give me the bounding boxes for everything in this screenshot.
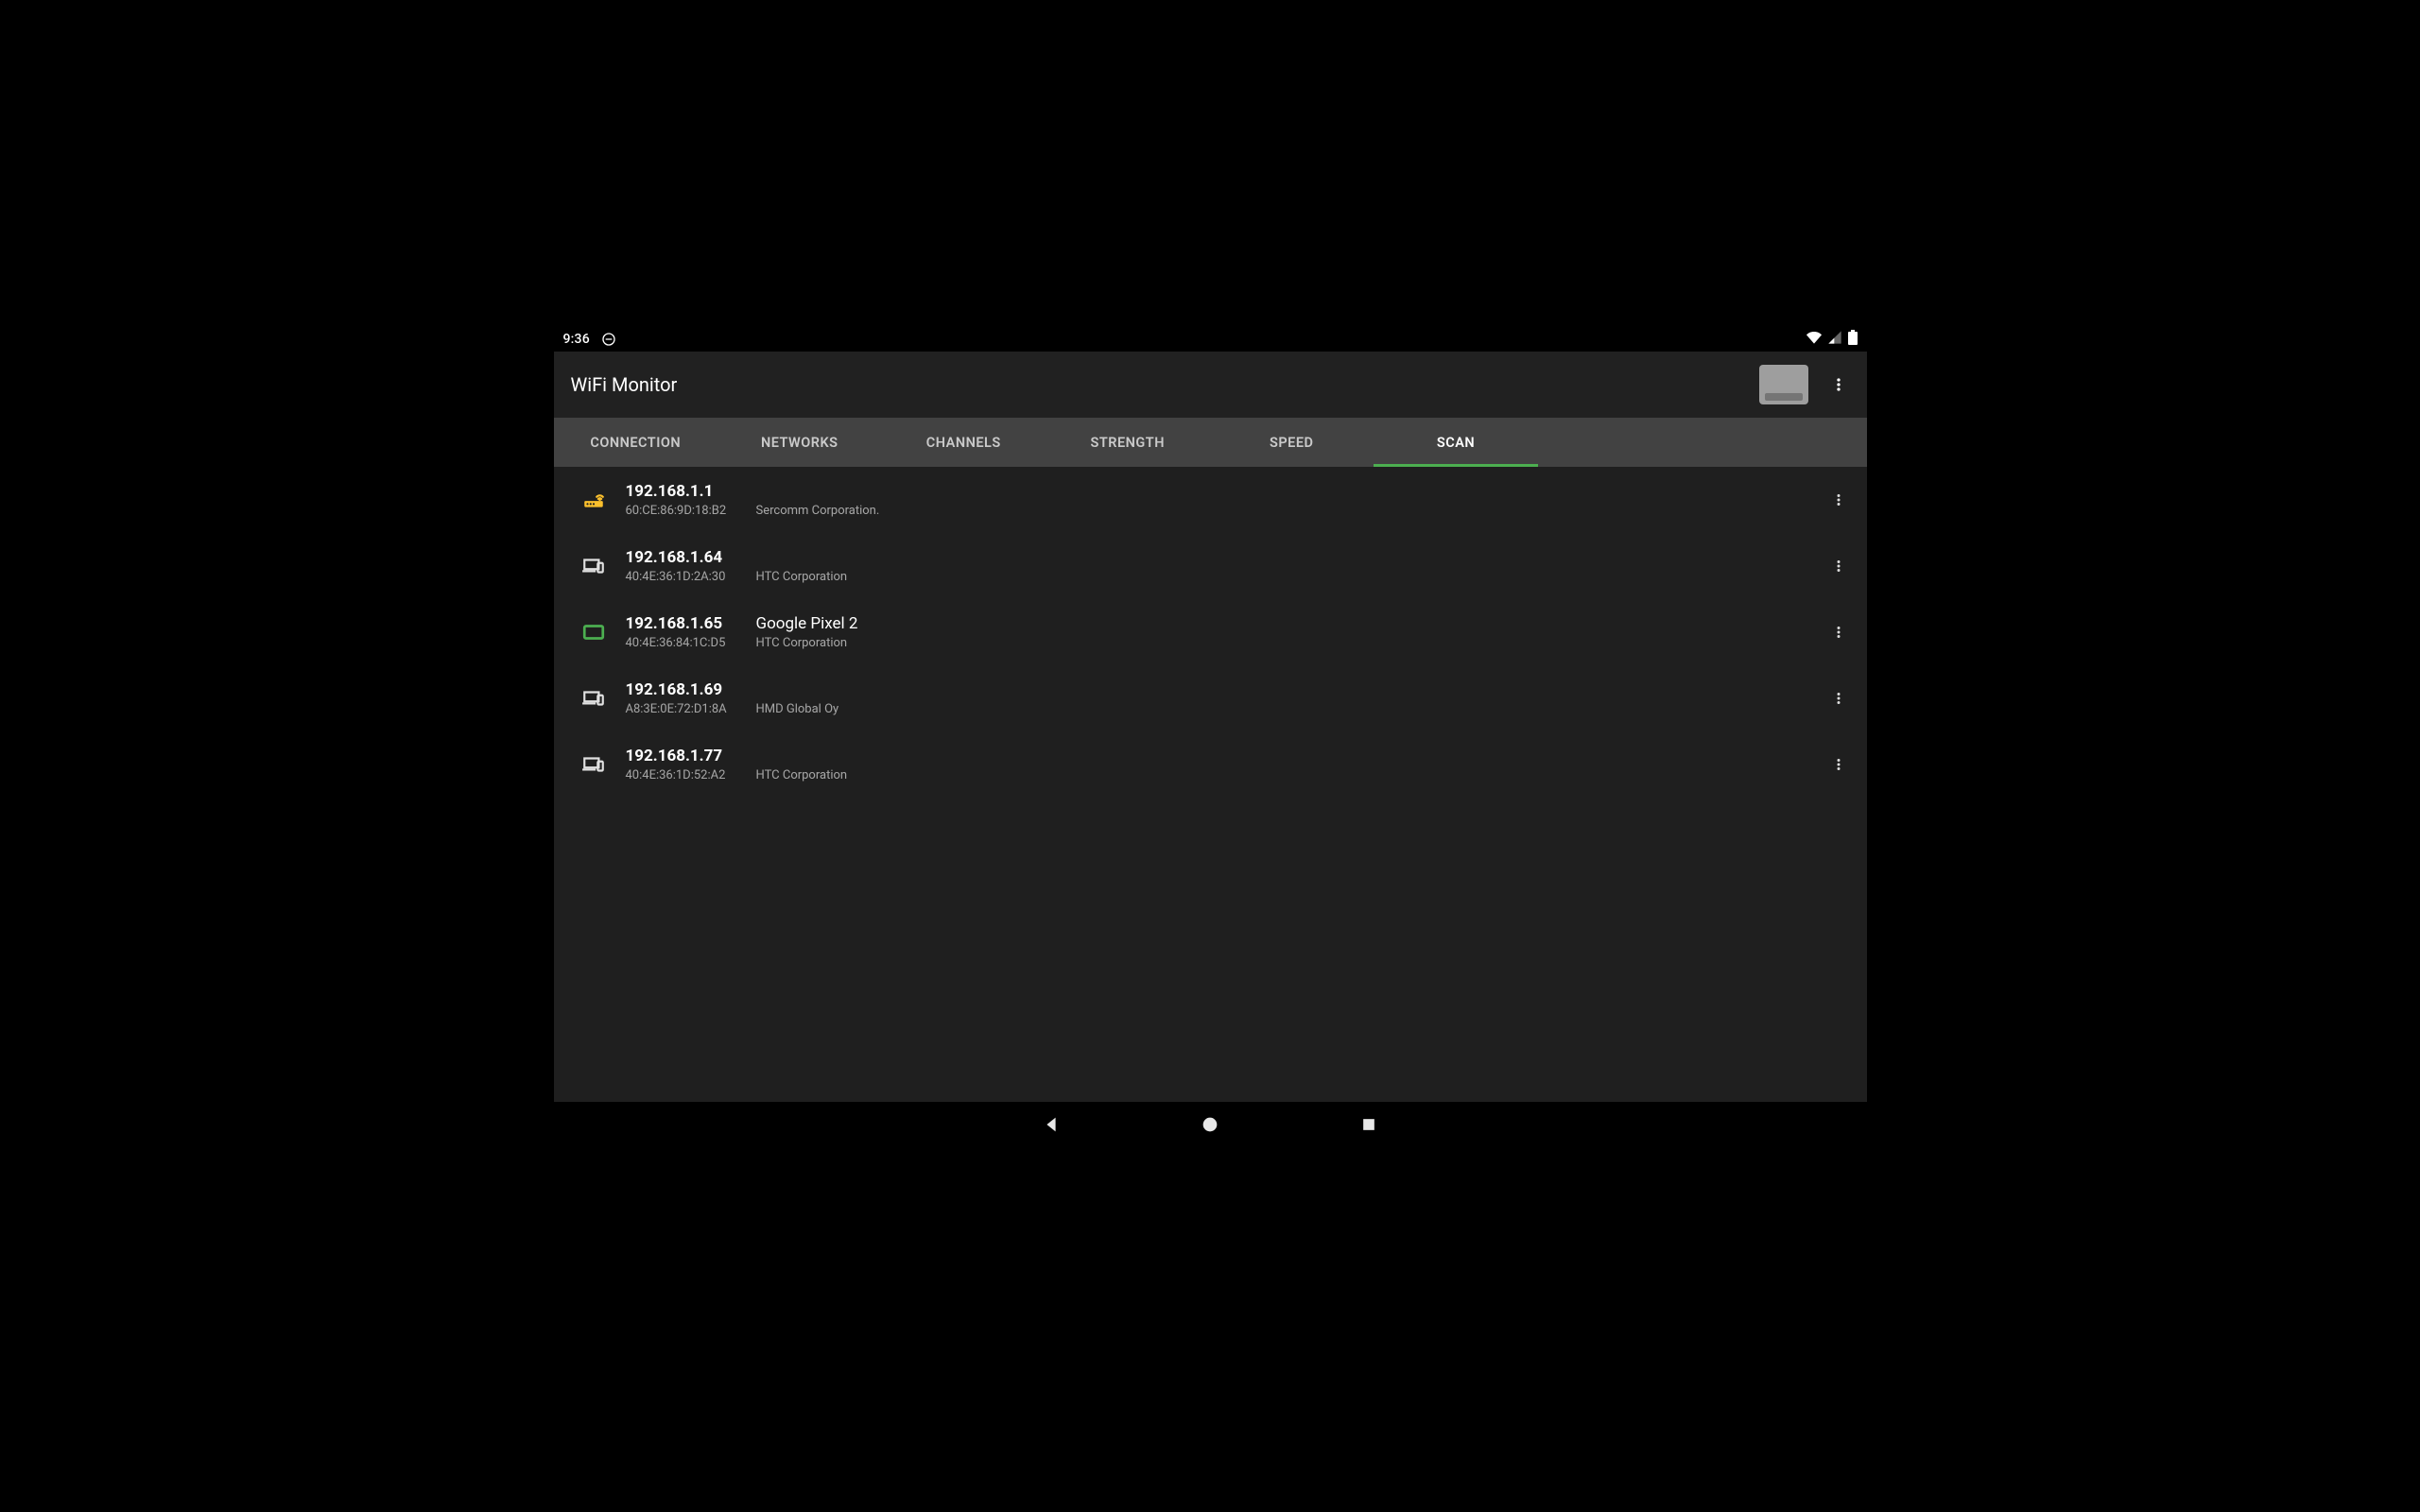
scan-mac: 40:4E:36:1D:52:A2 bbox=[626, 768, 737, 782]
scan-row[interactable]: 192.168.1.65 40:4E:36:84:1C:D5 Google Pi… bbox=[554, 599, 1867, 665]
tab-networks[interactable]: NETWORKS bbox=[717, 418, 882, 467]
status-clock: 9:36 bbox=[563, 332, 590, 347]
tab-speed[interactable]: SPEED bbox=[1210, 418, 1374, 467]
scan-hostname bbox=[756, 549, 848, 568]
tab-channels[interactable]: CHANNELS bbox=[882, 418, 1046, 467]
scan-ip: 192.168.1.77 bbox=[626, 747, 737, 765]
scan-mac: 60:CE:86:9D:18:B2 bbox=[626, 504, 737, 518]
system-navbar bbox=[554, 1102, 1867, 1147]
ad-placeholder[interactable] bbox=[1759, 365, 1808, 404]
statusbar: 9:36 bbox=[554, 327, 1867, 352]
nav-back-button[interactable] bbox=[1038, 1111, 1064, 1138]
battery-icon bbox=[1848, 330, 1858, 349]
scan-mac: 40:4E:36:84:1C:D5 bbox=[626, 636, 737, 650]
scan-vendor: HTC Corporation bbox=[756, 768, 848, 782]
scan-ip: 192.168.1.69 bbox=[626, 680, 737, 699]
devices-icon bbox=[580, 553, 607, 579]
scan-ip: 192.168.1.1 bbox=[626, 482, 737, 501]
this-device-icon bbox=[580, 619, 607, 645]
row-overflow-button[interactable] bbox=[1816, 477, 1861, 523]
scan-vendor: HTC Corporation bbox=[756, 636, 858, 650]
nav-recents-button[interactable] bbox=[1356, 1111, 1382, 1138]
scan-ip: 192.168.1.65 bbox=[626, 614, 737, 633]
cell-signal-icon bbox=[1827, 330, 1842, 349]
row-overflow-button[interactable] bbox=[1816, 742, 1861, 787]
tab-strength[interactable]: STRENGTH bbox=[1046, 418, 1210, 467]
scan-mac: 40:4E:36:1D:2A:30 bbox=[626, 570, 737, 584]
router-icon bbox=[580, 487, 607, 513]
row-overflow-button[interactable] bbox=[1816, 543, 1861, 589]
tabbar: CONNECTION NETWORKS CHANNELS STRENGTH SP… bbox=[554, 418, 1867, 467]
scan-hostname bbox=[756, 483, 880, 502]
tab-connection[interactable]: CONNECTION bbox=[554, 418, 718, 467]
row-overflow-button[interactable] bbox=[1816, 610, 1861, 655]
overflow-menu-button[interactable] bbox=[1816, 362, 1861, 407]
scan-ip: 192.168.1.64 bbox=[626, 548, 737, 567]
scan-mac: A8:3E:0E:72:D1:8A bbox=[626, 702, 737, 716]
devices-icon bbox=[580, 751, 607, 778]
scan-hostname bbox=[756, 747, 848, 766]
scan-row[interactable]: 192.168.1.1 60:CE:86:9D:18:B2 Sercomm Co… bbox=[554, 467, 1867, 533]
scan-vendor: HMD Global Oy bbox=[756, 702, 839, 716]
wifi-icon bbox=[1806, 330, 1822, 349]
scan-row[interactable]: 192.168.1.77 40:4E:36:1D:52:A2 HTC Corpo… bbox=[554, 731, 1867, 798]
nav-home-button[interactable] bbox=[1197, 1111, 1223, 1138]
do-not-disturb-icon bbox=[601, 332, 616, 347]
scan-vendor: HTC Corporation bbox=[756, 570, 848, 584]
scan-row[interactable]: 192.168.1.69 A8:3E:0E:72:D1:8A HMD Globa… bbox=[554, 665, 1867, 731]
device-frame: 9:36 WiFi Monitor bbox=[554, 327, 1867, 1147]
scan-row[interactable]: 192.168.1.64 40:4E:36:1D:2A:30 HTC Corpo… bbox=[554, 533, 1867, 599]
scan-list[interactable]: 192.168.1.1 60:CE:86:9D:18:B2 Sercomm Co… bbox=[554, 467, 1867, 1102]
appbar: WiFi Monitor bbox=[554, 352, 1867, 418]
row-overflow-button[interactable] bbox=[1816, 676, 1861, 721]
scan-vendor: Sercomm Corporation. bbox=[756, 504, 880, 518]
app-title: WiFi Monitor bbox=[571, 373, 678, 396]
devices-icon bbox=[580, 685, 607, 712]
scan-hostname bbox=[756, 681, 839, 700]
tab-scan[interactable]: SCAN bbox=[1374, 418, 1538, 467]
scan-hostname: Google Pixel 2 bbox=[756, 614, 858, 633]
